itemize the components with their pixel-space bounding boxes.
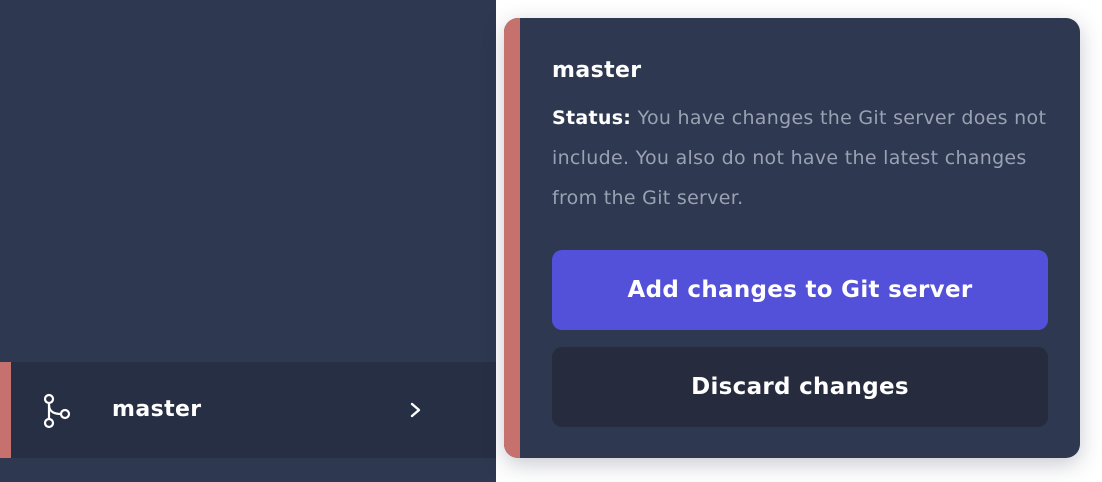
add-changes-button[interactable]: Add changes to Git server	[552, 250, 1048, 330]
git-branch-icon	[43, 393, 71, 429]
branch-selector-row[interactable]: master	[0, 362, 496, 458]
discard-changes-button[interactable]: Discard changes	[552, 347, 1048, 427]
branch-name: master	[112, 397, 202, 422]
sidebar: master	[0, 0, 496, 482]
branch-status-popover: master Status: You have changes the Git …	[504, 18, 1080, 458]
chevron-right-icon[interactable]	[406, 399, 426, 421]
popover-title: master	[552, 58, 642, 83]
status-message: Status: You have changes the Git server …	[552, 98, 1052, 218]
status-label: Status:	[552, 107, 632, 129]
popover-status-accent	[504, 18, 520, 458]
branch-status-accent	[0, 362, 11, 458]
